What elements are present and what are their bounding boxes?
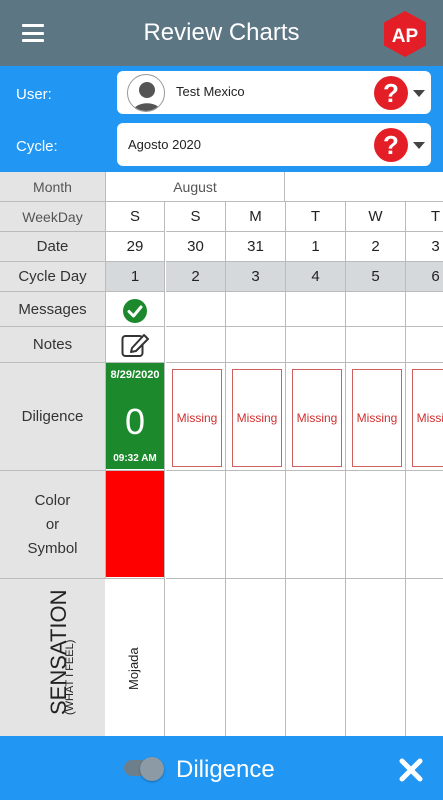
- top-bar: Review Charts AP: [0, 0, 443, 66]
- weekday-cell: T: [406, 202, 443, 232]
- diligence-card[interactable]: 8/29/2020 0 09:32 AM: [106, 363, 164, 469]
- row-label-messages: Messages: [0, 292, 106, 327]
- color-label-line1: Color: [34, 491, 71, 509]
- date-cell: 3: [406, 232, 443, 262]
- diligence-missing-box[interactable]: Missing: [172, 369, 222, 467]
- color-symbol-cell[interactable]: [226, 471, 286, 579]
- sensation-cell[interactable]: [166, 579, 226, 736]
- sensation-value: Mojada: [126, 647, 141, 690]
- chevron-down-icon[interactable]: [413, 90, 425, 97]
- color-label-line2: or: [45, 515, 60, 533]
- cycle-day-cell: 4: [286, 262, 346, 292]
- cycle-dropdown[interactable]: Agosto 2020 ?: [117, 123, 431, 166]
- check-circle-icon[interactable]: [122, 298, 148, 324]
- row-label-date: Date: [0, 232, 106, 262]
- sensation-sublabel: (WHAT I FEEL): [64, 639, 76, 715]
- sensation-cell[interactable]: [346, 579, 406, 736]
- messages-cell[interactable]: [226, 292, 286, 327]
- messages-cell[interactable]: [406, 292, 443, 327]
- cycle-day-cell: 3: [226, 262, 286, 292]
- color-symbol-red[interactable]: [106, 471, 164, 577]
- user-help-icon[interactable]: ?: [374, 76, 408, 110]
- row-label-sensation: SENSATION (WHAT I FEEL): [0, 579, 105, 736]
- cycle-value: Agosto 2020: [128, 137, 202, 152]
- color-symbol-cell[interactable]: [406, 471, 443, 579]
- sensation-cell[interactable]: [406, 579, 443, 736]
- color-symbol-cell[interactable]: [166, 471, 226, 579]
- selection-panel: User: Test Mexico ? Cycle: Agosto 2020 ?: [0, 66, 443, 172]
- diligence-value: 0: [124, 401, 146, 442]
- weekday-cell: S: [166, 202, 226, 232]
- date-cell: 2: [346, 232, 406, 262]
- user-dropdown[interactable]: Test Mexico ?: [117, 71, 431, 114]
- notes-cell[interactable]: [406, 327, 443, 363]
- diligence-time: 09:32 AM: [113, 453, 157, 464]
- diligence-missing-box[interactable]: Missing: [412, 369, 443, 467]
- row-label-color-symbol: Color or Symbol: [0, 471, 106, 579]
- row-label-month: Month: [0, 172, 106, 202]
- user-value: Test Mexico: [176, 84, 245, 99]
- cycle-label: Cycle:: [16, 138, 58, 155]
- cycle-day-cell: 1: [106, 262, 165, 292]
- toggle-knob[interactable]: [140, 757, 164, 781]
- avatar: [127, 74, 165, 112]
- weekday-cell: T: [286, 202, 346, 232]
- notes-cell[interactable]: [226, 327, 286, 363]
- weekday-cell: W: [346, 202, 406, 232]
- close-icon[interactable]: [398, 757, 424, 783]
- date-cell: 29: [106, 232, 165, 262]
- diligence-toggle-label: Diligence: [176, 756, 275, 783]
- sensation-cell[interactable]: [286, 579, 346, 736]
- messages-cell[interactable]: [286, 292, 346, 327]
- color-symbol-cell[interactable]: [286, 471, 346, 579]
- row-label-notes: Notes: [0, 327, 106, 363]
- user-label: User:: [16, 86, 52, 103]
- date-cell: 31: [226, 232, 286, 262]
- weekday-cell: M: [226, 202, 286, 232]
- svg-text:AP: AP: [392, 26, 419, 47]
- app-logo-icon: AP: [384, 11, 426, 57]
- notes-cell[interactable]: [286, 327, 346, 363]
- page-title: Review Charts: [143, 19, 300, 46]
- date-cell: 1: [286, 232, 346, 262]
- month-value: August: [106, 172, 285, 202]
- cycle-help-icon[interactable]: ?: [374, 128, 408, 162]
- sensation-cell[interactable]: [226, 579, 286, 736]
- bottom-bar: Diligence: [0, 736, 443, 800]
- notes-cell[interactable]: [166, 327, 226, 363]
- color-symbol-cell[interactable]: [346, 471, 406, 579]
- row-label-diligence: Diligence: [0, 363, 106, 471]
- edit-note-icon[interactable]: [121, 332, 151, 358]
- row-label-weekday: WeekDay: [0, 202, 106, 232]
- diligence-missing-box[interactable]: Missing: [232, 369, 282, 467]
- weekday-cell: S: [106, 202, 165, 232]
- diligence-missing-box[interactable]: Missing: [352, 369, 402, 467]
- messages-cell[interactable]: [166, 292, 226, 327]
- date-cell: 30: [166, 232, 226, 262]
- chevron-down-icon[interactable]: [413, 142, 425, 149]
- diligence-missing-box[interactable]: Missing: [292, 369, 342, 467]
- messages-cell[interactable]: [346, 292, 406, 327]
- row-label-cycle-day: Cycle Day: [0, 262, 106, 292]
- color-label-line3: Symbol: [27, 539, 78, 557]
- diligence-date: 8/29/2020: [110, 369, 160, 381]
- month-value-next: [285, 172, 443, 202]
- cycle-day-cell: 6: [406, 262, 443, 292]
- notes-cell[interactable]: [346, 327, 406, 363]
- cycle-day-cell: 2: [166, 262, 226, 292]
- cycle-day-cell: 5: [346, 262, 406, 292]
